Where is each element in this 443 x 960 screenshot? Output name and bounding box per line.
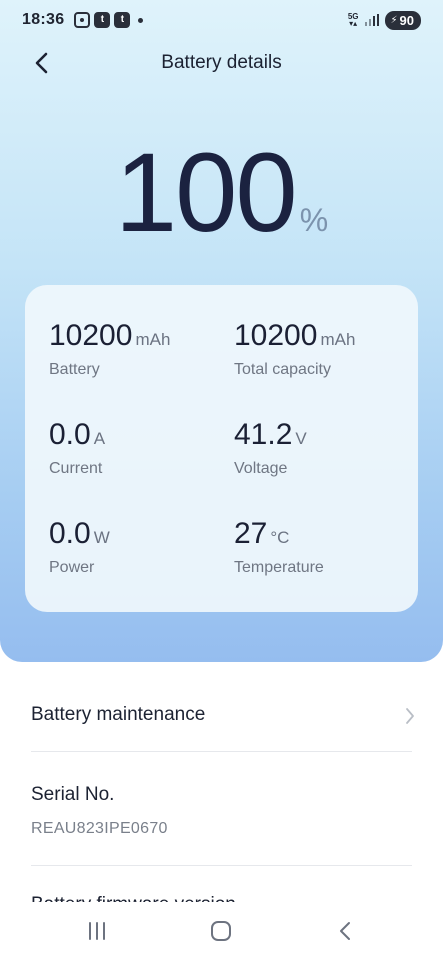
- chevron-right-icon: [406, 708, 414, 724]
- network-type-icon: 5G ▾▴: [347, 12, 359, 28]
- battery-percent-unit: %: [299, 202, 329, 238]
- status-bar: 18:36 t t 5G ▾▴ ⚡ 90: [0, 0, 443, 40]
- serial-number-value: REAU823IPE0670: [31, 820, 168, 837]
- system-navigation-bar: [0, 902, 443, 960]
- notification-icons: t t: [74, 12, 131, 28]
- stat-total-capacity: 10200 mAh Total capacity: [234, 319, 355, 379]
- top-app-bar: Battery details: [0, 44, 443, 82]
- battery-percent-value: 100: [114, 130, 298, 255]
- battery-firmware-item[interactable]: Battery firmware version: [31, 894, 412, 902]
- battery-percentage: 100%: [0, 128, 443, 257]
- t-app-icon: t: [94, 12, 111, 28]
- stat-value: 0.0: [49, 517, 91, 550]
- stat-temperature: 27 °C Temperature: [234, 517, 324, 577]
- stat-value: 0.0: [49, 418, 91, 451]
- stat-label: Battery: [49, 361, 100, 378]
- status-time: 18:36: [22, 11, 65, 28]
- battery-firmware-label: Battery firmware version: [31, 894, 412, 902]
- battery-stats-card: 10200 mAh Battery 10200 mAh Total capacity…: [25, 285, 418, 612]
- stat-unit: W: [93, 528, 110, 547]
- stat-value: 27: [234, 517, 268, 550]
- battery-status-icon: ⚡ 90: [384, 10, 421, 30]
- stat-value: 41.2: [234, 418, 293, 451]
- stat-value: 10200: [234, 319, 318, 352]
- signal-icon: [364, 14, 379, 26]
- stat-label: Power: [49, 559, 95, 576]
- page-title: Battery details: [161, 52, 282, 73]
- battery-maintenance-label: Battery maintenance: [31, 704, 206, 725]
- stat-current: 0.0 A Current: [49, 418, 105, 478]
- serial-number-item: Serial No. REAU823IPE0670: [31, 770, 412, 866]
- serial-number-label: Serial No.: [31, 784, 115, 805]
- more-notifications-dot: [138, 17, 144, 23]
- home-button[interactable]: [206, 918, 236, 944]
- stat-unit: °C: [270, 528, 290, 547]
- t-app-icon: t: [114, 12, 131, 28]
- battery-maintenance-item[interactable]: Battery maintenance: [31, 690, 414, 752]
- stat-unit: mAh: [135, 330, 171, 349]
- stat-label: Current: [49, 460, 103, 477]
- stat-unit: V: [295, 429, 307, 448]
- stat-battery: 10200 mAh Battery: [49, 319, 170, 379]
- stat-power: 0.0 W Power: [49, 517, 110, 577]
- stat-label: Total capacity: [234, 361, 331, 378]
- stat-label: Temperature: [234, 559, 324, 576]
- home-icon: [211, 921, 231, 941]
- recent-apps-icon: [89, 922, 105, 940]
- back-arrow-icon: [340, 922, 350, 940]
- stat-value: 10200: [49, 319, 133, 352]
- recent-apps-button[interactable]: [82, 918, 112, 944]
- stat-unit: A: [93, 429, 106, 448]
- stat-unit: mAh: [320, 330, 356, 349]
- screenshot-icon: [74, 12, 91, 28]
- stat-voltage: 41.2 V Voltage: [234, 418, 307, 478]
- nav-back-button[interactable]: [330, 918, 360, 944]
- stat-label: Voltage: [234, 460, 288, 477]
